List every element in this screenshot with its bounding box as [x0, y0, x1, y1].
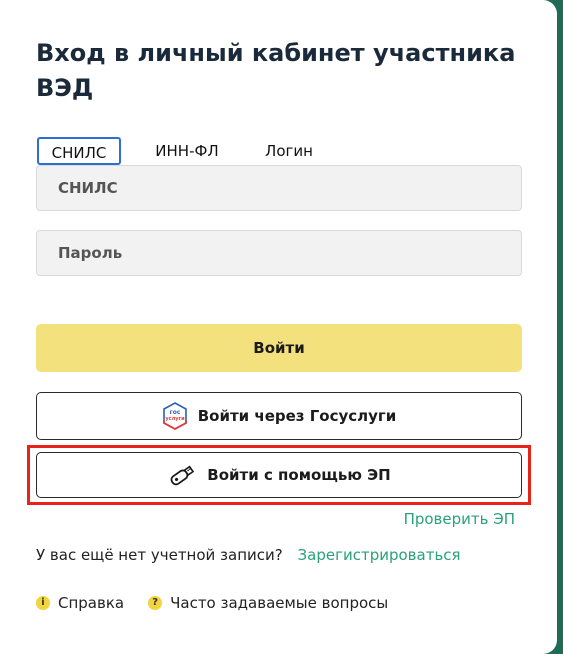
auth-tabs: СНИЛС ИНН-ФЛ Логин — [37, 137, 397, 165]
register-link[interactable]: Зарегистрироваться — [298, 546, 461, 564]
gosuslugi-button-label: Войти через Госуслуги — [197, 407, 397, 425]
login-card: Вход в личный кабинет участника ВЭД СНИЛ… — [0, 0, 557, 654]
footer-links: i Справка ? Часто задаваемые вопросы — [36, 594, 388, 612]
ep-login-button[interactable]: Войти с помощью ЭП — [36, 452, 522, 498]
gos-logo-text-top: гос — [169, 409, 180, 416]
login-button-label: Войти — [253, 339, 305, 357]
question-icon: ? — [148, 596, 163, 610]
info-icon: i — [36, 596, 50, 610]
gosuslugi-login-button[interactable]: гос услуги Войти через Госуслуги — [36, 392, 522, 440]
register-row: У вас ещё нет учетной записи? Зарегистри… — [36, 546, 461, 564]
check-ep-link[interactable]: Проверить ЭП — [404, 510, 515, 528]
tab-login[interactable]: Логин — [261, 137, 317, 165]
gos-logo-text-bottom: услуги — [165, 416, 185, 422]
password-input[interactable] — [36, 230, 522, 276]
usb-key-icon — [170, 465, 195, 486]
faq-link-label: Часто задаваемые вопросы — [170, 594, 389, 612]
no-account-text: У вас ещё нет учетной записи? — [36, 546, 283, 564]
gosuslugi-logo-icon: гос услуги — [162, 402, 187, 430]
tab-inn-fl[interactable]: ИНН-ФЛ — [149, 137, 225, 165]
help-link[interactable]: i Справка — [36, 594, 124, 612]
faq-link[interactable]: ? Часто задаваемые вопросы — [148, 594, 388, 612]
help-link-label: Справка — [58, 594, 125, 612]
login-button[interactable]: Войти — [36, 324, 522, 372]
tab-snils[interactable]: СНИЛС — [37, 137, 121, 165]
snils-input[interactable] — [36, 165, 522, 211]
page-title: Вход в личный кабинет участника ВЭД — [36, 39, 516, 102]
ep-button-label: Войти с помощью ЭП — [207, 466, 391, 484]
